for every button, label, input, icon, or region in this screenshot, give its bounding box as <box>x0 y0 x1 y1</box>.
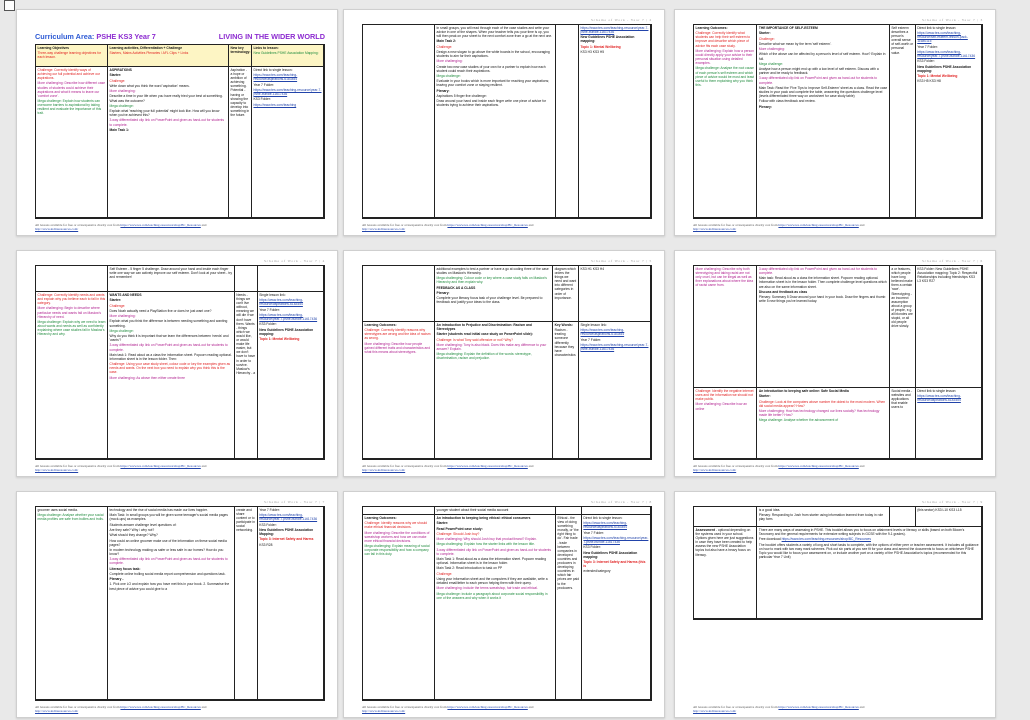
page-header: Scheme of Work - Year 7 | 5 <box>590 259 652 263</box>
page-1-title-row: Curriculum Area: PSHE KS3 Year 7 LIVING … <box>35 32 325 41</box>
page-header: Scheme of Work - Year 7 | 4 <box>263 259 325 263</box>
page-footer: All lessons available for free or at ine… <box>693 222 865 231</box>
page-header: Scheme of Work - Year 7 | 6 <box>921 259 983 263</box>
objectives-cell: Challenge: Correctly identify ways of ac… <box>36 67 108 218</box>
header-vocab: New key terminology: <box>228 45 252 67</box>
page-footer: All lessons available for free or at ine… <box>362 463 534 472</box>
vocab-cell: Needs - things we can't live without, me… <box>234 292 258 459</box>
objectives-cell <box>363 25 435 218</box>
links-cell: Single lesson link: https://www.tes.com/… <box>257 292 324 459</box>
header-activities: Learning activities, Differentiation + C… <box>108 45 229 67</box>
ks3-folder-link[interactable]: https://www.tes.com/teaching <box>253 103 321 107</box>
vocab-cell <box>555 25 579 218</box>
vocab-cell: Key Words: Racism - treating someone dif… <box>553 322 579 459</box>
vocab-cell: Social media - websites and applications… <box>889 388 916 459</box>
page-footer: All lessons available for free or at ine… <box>362 222 534 231</box>
page-footer: All lessons available for free or at ine… <box>35 222 207 231</box>
page-4[interactable]: Scheme of Work - Year 7 | 4 Self Esteem … <box>16 250 338 477</box>
links-cell: Direct link to single lesson: https://ww… <box>915 388 982 459</box>
objectives-cell: Learning Outcomes: Challenge: Correctly … <box>363 322 435 459</box>
footer-link-tes[interactable]: https://www.tes.com/teaching-resources/s… <box>120 223 200 227</box>
links-cell: Single lesson link: https://www.tes.com/… <box>578 322 651 459</box>
links-cell: https://www.tes.com/teaching-resource/ye… <box>578 25 651 218</box>
page-footer: All lessons available for free or at ine… <box>35 704 207 713</box>
page-header: Scheme of Work - Year 7 | 3 <box>921 18 983 22</box>
page-6-table: More challenging: Describe why both ster… <box>693 265 983 460</box>
activities-cell: THE IMPORTANCE OF SELF-ESTEEM Starter: C… <box>757 25 890 218</box>
page-footer: All lessons available for free or at ine… <box>693 463 865 472</box>
activities-cell: WANTS AND NEEDS Starter: Challenge: Does… <box>108 292 235 459</box>
vocab-cell: create and share content or to participa… <box>234 507 258 700</box>
activities-cell: An introduction to keeping safe online: … <box>757 388 890 459</box>
living-in-the-wider-world-title: LIVING IN THE WIDER WORLD <box>218 32 325 41</box>
footer-link-site[interactable]: http://www.indiraresources.com/ <box>35 227 78 231</box>
objectives-cell: groomer uses social media. Mega challeng… <box>36 507 108 700</box>
objectives-cell: Learning Outcomes: Challenge: Identify r… <box>363 515 435 700</box>
links-cell: Direct link to single lesson: https://ww… <box>581 515 651 700</box>
page-1[interactable]: Curriculum Area: PSHE KS3 Year 7 LIVING … <box>16 9 338 236</box>
page-6[interactable]: Scheme of Work - Year 7 | 6 More challen… <box>674 250 996 477</box>
assessment-text-cell: There are many ways of assessing in PSHE… <box>757 527 982 619</box>
objectives-cell: Learning Outcomes: Challenge: Correctly … <box>694 25 758 218</box>
lesson-link[interactable]: https://www.tes.com/teaching-resource/as… <box>253 73 321 81</box>
page-header: Scheme of Work - Year 7 | 8 <box>590 500 652 504</box>
assessment-label-cell: Assessment - optional depending on the s… <box>694 527 758 619</box>
curriculum-area-title: Curriculum Area: PSHE KS3 Year 7 <box>35 32 156 41</box>
page-3-table: Learning Outcomes: Challenge: Correctly … <box>693 24 983 219</box>
objectives-cell: Challenge: Correctly identify needs and … <box>36 292 108 459</box>
page-header: Scheme of Work - Year 7 | 9 <box>921 500 983 504</box>
page-5-table: additional examples to test a partner or… <box>362 265 652 460</box>
page-1-table: Learning Objectives Three-way challenge … <box>35 44 325 219</box>
page-footer: All lessons available for free or at ine… <box>35 463 207 472</box>
vocab-cell: Self esteem describes a person's overall… <box>889 25 916 218</box>
page-4-table: Self Esteem - 5 finger 5 challenge. Draw… <box>35 265 325 460</box>
vocab-cell: Aspiration - a hope or ambition of achie… <box>228 67 252 218</box>
activities-cell: In small groups, you will read through e… <box>435 25 556 218</box>
page-9[interactable]: Scheme of Work - Year 7 | 9 is a good id… <box>674 491 996 718</box>
curriculum-label: Curriculum Area: <box>35 32 95 41</box>
page-2[interactable]: Scheme of Work - Year 7 | 2 In small gro… <box>343 9 665 236</box>
page-3[interactable]: Scheme of Work - Year 7 | 3 Learning Out… <box>674 9 996 236</box>
objectives-cell: Challenge: Identify the negative interne… <box>694 388 758 459</box>
activities-cell: technology and the rise of social media … <box>108 507 235 700</box>
page-7-table: groomer uses social media. Mega challeng… <box>35 506 325 701</box>
page-footer: All lessons available for free or at ine… <box>693 704 865 713</box>
page-5[interactable]: Scheme of Work - Year 7 | 5 additional e… <box>343 250 665 477</box>
links-cell: Direct link to single lesson: https://ww… <box>915 25 982 218</box>
links-cell: Year 7 Folder: https://www.tes.com/teach… <box>257 507 324 700</box>
page-7[interactable]: Scheme of Work - Year 7 | 7 groomer uses… <box>16 491 338 718</box>
page-8[interactable]: Scheme of Work - Year 7 | 8 younger stud… <box>343 491 665 718</box>
page-8-table: younger student about their social media… <box>362 506 652 701</box>
links-cell: Direct link to single lesson: https://ww… <box>251 67 324 218</box>
page-9-table: is a good idea. Plenary: Responding to J… <box>693 506 983 620</box>
page-header: Scheme of Work - Year 7 | 2 <box>590 18 652 22</box>
page-header: Scheme of Work - Year 7 | 7 <box>263 500 325 504</box>
vocab-cell: Ethical - the view of doing something mo… <box>555 515 582 700</box>
page-2-table: In small groups, you will read through e… <box>362 24 652 219</box>
select-checkbox[interactable] <box>4 0 15 11</box>
header-objectives: Learning Objectives Three-way challenge … <box>36 45 108 67</box>
activities-cell: An introduction to keeping being ethical… <box>435 515 556 700</box>
activities-cell: An introduction to Prejudice and Discrim… <box>435 322 554 459</box>
activities-cell: ASPIRATIONS Starter: Challenge: Write do… <box>108 67 229 218</box>
header-links: Links to lesson: New Guidelines PSHE Ass… <box>251 45 324 67</box>
year7-folder-link[interactable]: https://www.tes.com/teaching-resource/ye… <box>253 88 321 96</box>
page-footer: All lessons available for free or at ine… <box>362 704 534 713</box>
curriculum-value: PSHE KS3 Year 7 <box>96 32 156 41</box>
